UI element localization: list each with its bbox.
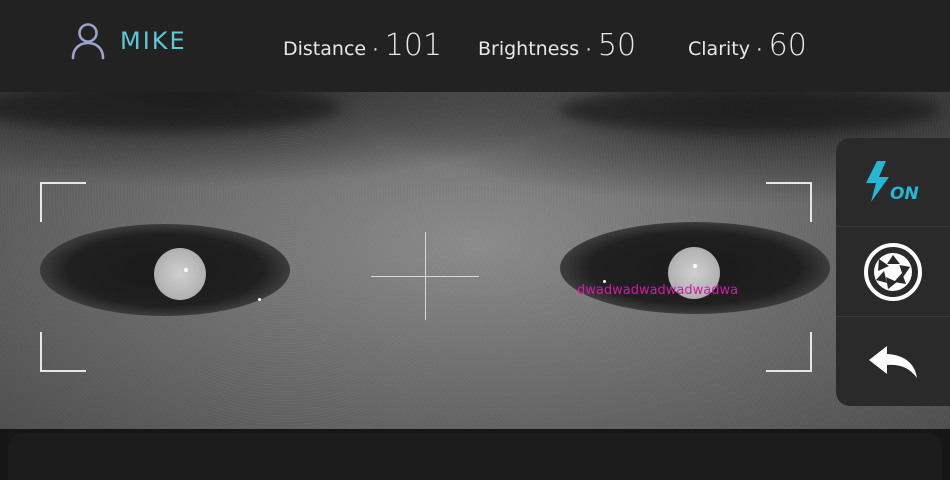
distance-value: 101: [384, 28, 443, 63]
left-pupil: [154, 248, 206, 300]
back-button[interactable]: [836, 318, 950, 406]
debug-overlay-text: dwadwadwadwadwadwa: [577, 283, 739, 298]
frame-corner-top-right: [766, 182, 812, 222]
back-arrow-icon: [869, 346, 917, 378]
distance-metric: Distance · 101: [283, 28, 442, 63]
brightness-label: Brightness: [478, 38, 580, 60]
left-glint-small: [258, 298, 261, 301]
left-glint: [184, 268, 188, 272]
clarity-separator: ·: [755, 38, 763, 60]
capture-button[interactable]: [836, 228, 950, 316]
distance-separator: ·: [372, 38, 379, 60]
clarity-label: Clarity: [688, 38, 750, 60]
brightness-separator: ·: [585, 38, 592, 60]
brightness-value: 50: [597, 28, 637, 63]
panel-divider: [836, 316, 950, 317]
bottom-bar: [0, 429, 950, 480]
panel-divider: [836, 226, 950, 227]
clarity-value: 60: [768, 28, 807, 63]
frame-corner-bottom-right: [766, 332, 812, 372]
flash-state-label: ON: [890, 184, 919, 204]
top-bar: MIKE Distance · 101 Brightness · 50 Clar…: [0, 0, 950, 92]
user-name: MIKE: [120, 27, 187, 55]
user-icon: [71, 23, 105, 60]
crosshair-vertical: [425, 232, 426, 320]
brightness-metric: Brightness · 50: [478, 28, 636, 63]
bottom-panel: [8, 433, 942, 480]
flash-icon: ON: [866, 161, 919, 204]
right-glint: [693, 264, 697, 268]
distance-label: Distance: [283, 38, 367, 60]
frame-corner-top-left: [40, 182, 86, 222]
frame-corner-bottom-left: [40, 332, 86, 372]
shutter-icon: [864, 243, 922, 301]
user-info[interactable]: MIKE: [70, 22, 187, 60]
flash-toggle-button[interactable]: ON: [836, 138, 950, 226]
clarity-metric: Clarity · 60: [688, 28, 807, 63]
camera-viewport[interactable]: dwadwadwadwadwadwa: [0, 92, 950, 429]
side-control-panel: ON: [836, 138, 950, 406]
